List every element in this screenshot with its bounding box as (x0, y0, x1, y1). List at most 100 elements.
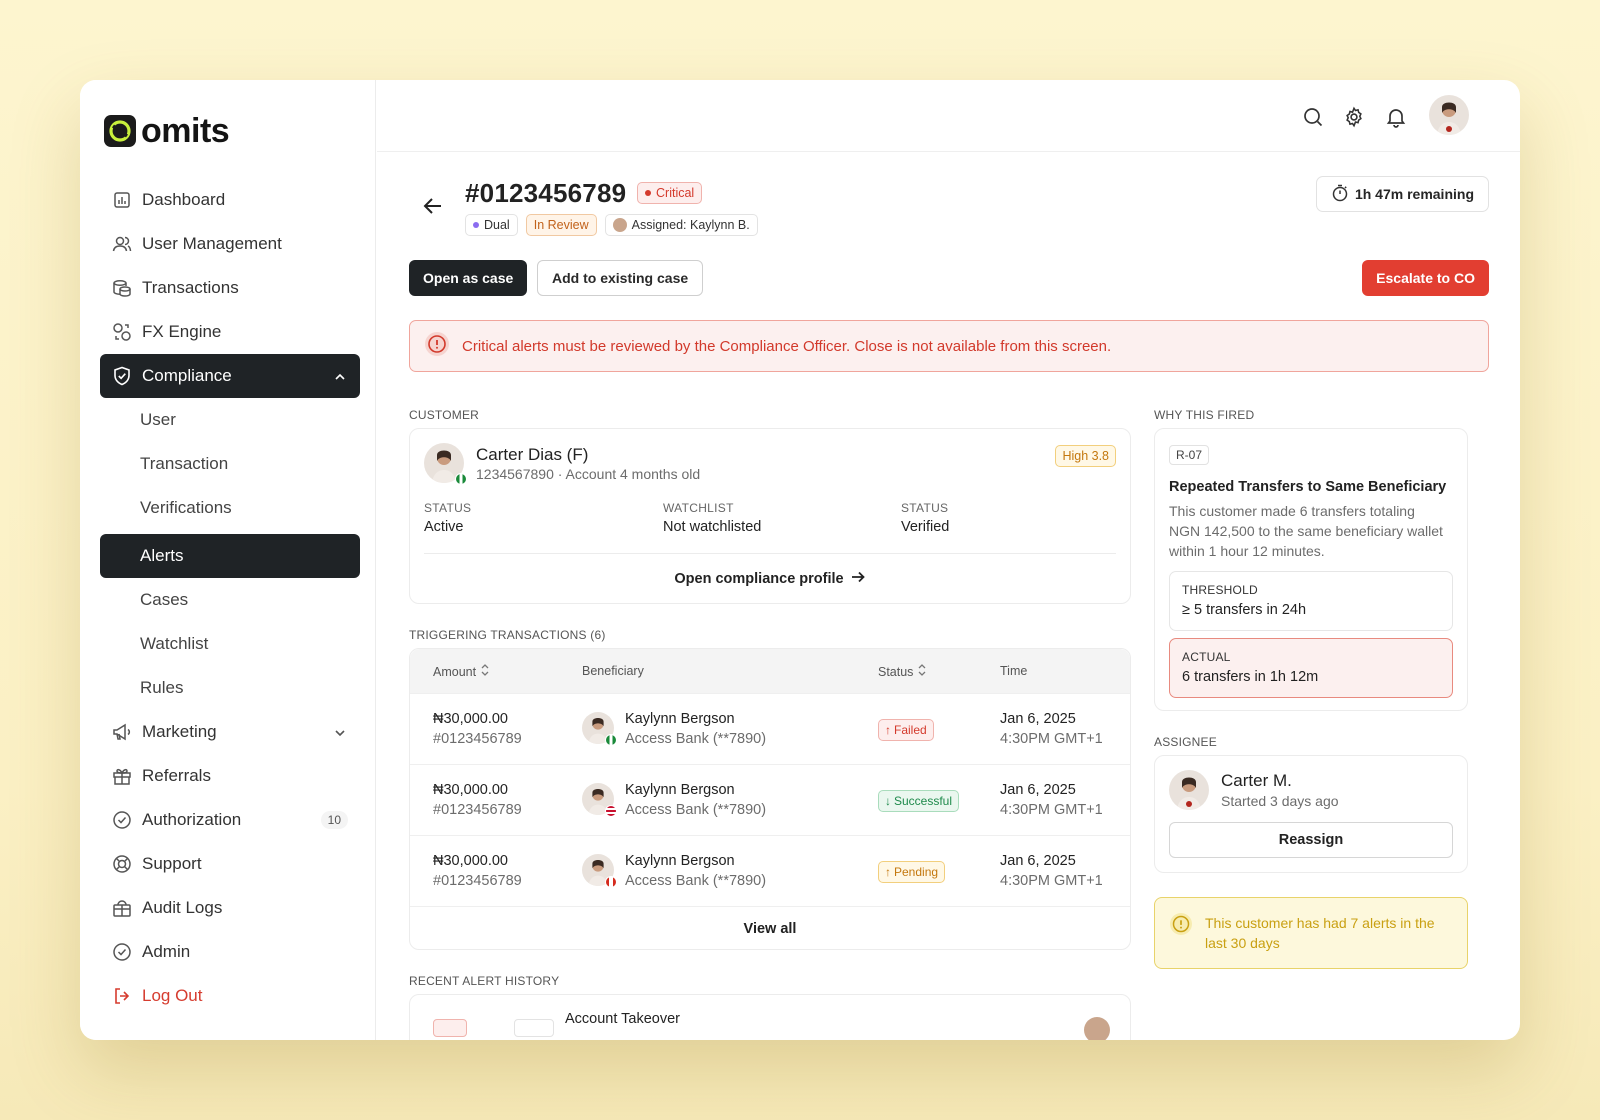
table-header: Amount Beneficiary Status Time (410, 649, 1130, 693)
search-icon[interactable] (1302, 106, 1324, 128)
open-compliance-profile-link[interactable]: Open compliance profile (410, 569, 1130, 589)
sidebar-item-watchlist[interactable]: Watchlist (100, 622, 360, 666)
stat-key: WATCHLIST (663, 501, 734, 515)
back-arrow-icon[interactable] (421, 194, 445, 218)
reassign-button[interactable]: Reassign (1169, 822, 1453, 858)
top-bar (377, 80, 1520, 152)
sidebar-item-dashboard[interactable]: Dashboard (100, 178, 360, 222)
sidebar-item-label: User (140, 410, 176, 429)
beneficiary-column-header: Beneficiary (582, 664, 644, 678)
sidebar-item-fx-engine[interactable]: FX Engine (100, 310, 360, 354)
view-all-link[interactable]: View all (410, 921, 1130, 937)
sidebar-item-label: User Management (142, 234, 282, 253)
sidebar-item-verifications[interactable]: Verifications (100, 486, 360, 530)
sidebar-item-label: Verifications (140, 498, 232, 517)
gear-icon[interactable] (1343, 106, 1365, 128)
open-as-case-button[interactable]: Open as case (409, 260, 528, 296)
threshold-label: THRESHOLD (1182, 583, 1258, 597)
sidebar-item-audit-logs[interactable]: Audit Logs (100, 886, 360, 930)
sidebar-item-transactions[interactable]: Transactions (100, 266, 360, 310)
table-row[interactable]: ₦30,000.00 #0123456789 Kaylynn Bergson Acc… (410, 693, 1130, 764)
main-area: #0123456789 Critical Dual In Review Assi… (377, 80, 1520, 1040)
history-severity-badge (433, 1019, 467, 1037)
status-badge: ↑ Failed (878, 719, 934, 741)
sidebar-item-referrals[interactable]: Referrals (100, 754, 360, 798)
info-circle-icon (1169, 912, 1193, 941)
history-section-label: RECENT ALERT HISTORY (409, 974, 560, 988)
chevron-up-icon (334, 368, 346, 388)
critical-banner: Critical alerts must be reviewed by the … (409, 320, 1489, 372)
sidebar-item-cases[interactable]: Cases (100, 578, 360, 622)
sidebar-item-log-out[interactable]: Log Out (100, 974, 360, 1018)
status-column-header[interactable]: Status (878, 664, 926, 679)
rule-title: Repeated Transfers to Same Beneficiary (1169, 479, 1447, 495)
timer-label: 1h 47m remaining (1354, 186, 1474, 202)
assignee-started: Started 3 days ago (1221, 793, 1339, 809)
sidebar-item-authorization[interactable]: Authorization 10 (100, 798, 360, 842)
sidebar-item-compliance[interactable]: Compliance (100, 354, 360, 398)
severity-label: Critical (656, 186, 695, 200)
actual-value: 6 transfers in 1h 12m (1182, 669, 1319, 685)
nigeria-flag-icon (605, 734, 617, 746)
user-avatar[interactable] (1429, 95, 1469, 135)
assignee-section-label: ASSIGNEE (1154, 735, 1217, 749)
stat-value: Not watchlisted (663, 519, 762, 535)
stat-key: STATUS (901, 501, 949, 515)
table-row[interactable]: ₦30,000.00 #0123456789 Kaylynn Bergson Acc… (410, 764, 1130, 835)
sidebar-item-rules[interactable]: Rules (100, 666, 360, 710)
alert-circle-icon (424, 331, 450, 361)
sidebar-item-user-management[interactable]: User Management (100, 222, 360, 266)
column-label: Time (1000, 664, 1028, 678)
beneficiary-cell: Kaylynn Bergson Access Bank (**7890) (625, 851, 766, 891)
beneficiary-bank: Access Bank (**7890) (625, 731, 767, 747)
arrow-up-icon: ↑ (885, 865, 891, 879)
table-row[interactable]: ₦30,000.00 #0123456789 Kaylynn Bergson Acc… (410, 835, 1130, 906)
amount-cell: ₦30,000.00 #0123456789 (433, 709, 522, 749)
amount-column-header[interactable]: Amount (433, 664, 489, 679)
lifebuoy-icon (112, 854, 132, 874)
beneficiary-avatar (582, 783, 617, 817)
alert-history-card: Account Takeover (409, 994, 1131, 1040)
assignee-name: Carter M. (1221, 771, 1292, 790)
sidebar-item-support[interactable]: Support (100, 842, 360, 886)
status-label: In Review (533, 218, 589, 232)
brand-logo[interactable]: omits (104, 114, 230, 148)
megaphone-icon (112, 722, 132, 742)
authorization-count-badge: 10 (320, 811, 348, 829)
bell-icon[interactable] (1385, 106, 1407, 128)
sla-timer: 1h 47m remaining (1315, 176, 1489, 212)
sidebar-item-label: Cases (140, 590, 189, 609)
time-value: 4:30PM GMT+1 (1000, 802, 1103, 818)
nigeria-flag-icon (455, 473, 467, 485)
gift-icon (112, 766, 132, 786)
dot-icon (645, 190, 651, 196)
banner-text: Critical alerts must be reviewed by the … (462, 337, 1112, 355)
arrow-down-icon: ↓ (885, 794, 891, 808)
status-label: Successful (894, 794, 953, 808)
risk-score-badge: High 3.8 (1055, 445, 1116, 467)
stat-key: STATUS (424, 501, 472, 515)
add-to-existing-case-button[interactable]: Add to existing case (537, 260, 704, 296)
actual-label: ACTUAL (1182, 650, 1231, 664)
arrow-up-icon: ↑ (885, 723, 891, 737)
customer-avatar (424, 443, 467, 485)
escalate-to-co-button[interactable]: Escalate to CO (1362, 260, 1489, 296)
customer-meta: 1234567890 · Account 4 months old (476, 466, 701, 482)
sidebar-item-label: Alerts (140, 546, 184, 565)
column-label: Beneficiary (582, 664, 644, 678)
transactions-table: Amount Beneficiary Status Time ₦30,000.0… (409, 648, 1131, 950)
sidebar-item-admin[interactable]: Admin (100, 930, 360, 974)
history-alert-title[interactable]: Account Takeover (565, 1011, 680, 1027)
sidebar-item-alerts[interactable]: Alerts (100, 534, 360, 578)
sidebar-item-user[interactable]: User (100, 398, 360, 442)
rule-id-tag: R-07 (1169, 445, 1210, 465)
sidebar-item-transaction[interactable]: Transaction (100, 442, 360, 486)
transaction-id: #0123456789 (433, 873, 522, 889)
stat-value: Active (424, 519, 464, 535)
rule-card: R-07 Repeated Transfers to Same Benefici… (1154, 428, 1468, 711)
beneficiary-cell: Kaylynn Bergson Access Bank (**7890) (625, 780, 766, 820)
beneficiary-avatar (582, 854, 617, 888)
sidebar-item-marketing[interactable]: Marketing (100, 710, 360, 754)
sort-icon (918, 664, 926, 679)
date-value: Jan 6, 2025 (1000, 782, 1076, 798)
